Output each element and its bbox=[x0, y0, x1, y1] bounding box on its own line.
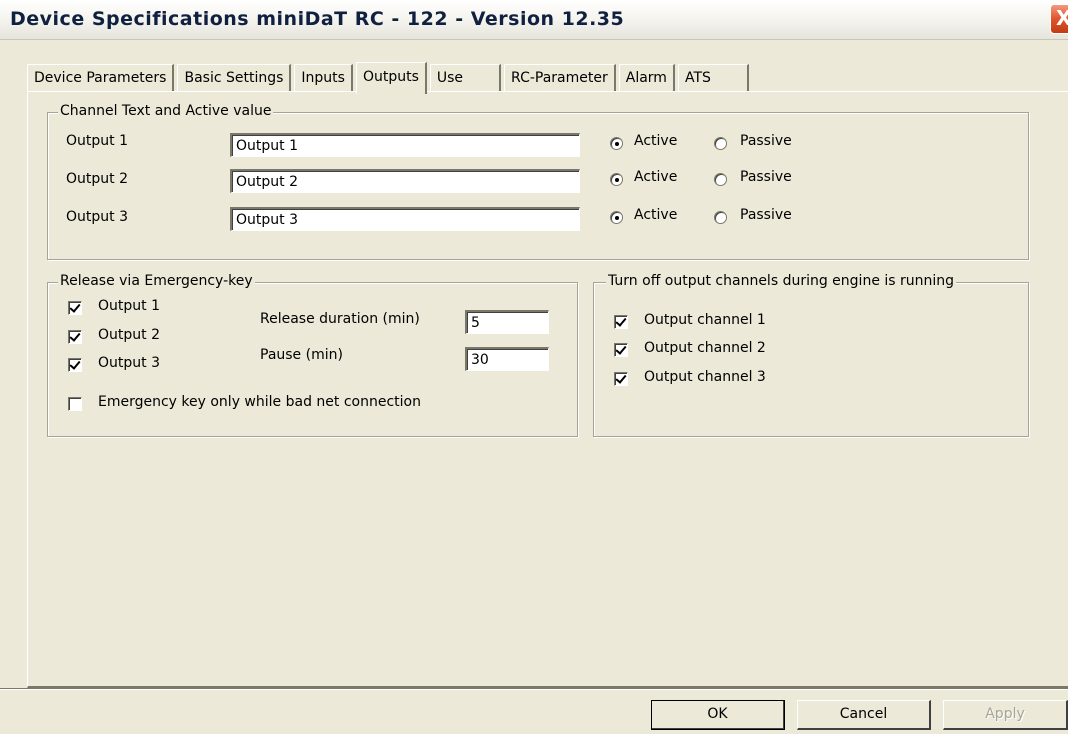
release-output-2-checkbox[interactable] bbox=[68, 330, 82, 344]
release-emergency-group-title: Release via Emergency-key bbox=[58, 273, 255, 289]
close-button[interactable]: X bbox=[1050, 4, 1068, 34]
engine-channel-1-checkbox[interactable] bbox=[614, 315, 628, 329]
engine-channel-1-label[interactable]: Output channel 1 bbox=[644, 312, 766, 328]
engine-running-group-title: Turn off output channels during engine i… bbox=[606, 273, 957, 289]
tab-strip: Device Parameters Basic Settings Inputs … bbox=[27, 62, 752, 94]
channel-text-group-title: Channel Text and Active value bbox=[58, 103, 274, 119]
release-output-2-label[interactable]: Output 2 bbox=[98, 327, 160, 343]
output-2-passive-radio[interactable] bbox=[714, 173, 727, 186]
dialog-window: Device Specifications miniDaT RC - 122 -… bbox=[0, 0, 1068, 734]
output-1-label: Output 1 bbox=[66, 133, 128, 149]
tab-ats[interactable]: ATS bbox=[677, 64, 749, 92]
close-icon: X bbox=[1056, 6, 1068, 30]
output-1-passive-label[interactable]: Passive bbox=[740, 133, 792, 149]
cancel-button[interactable]: Cancel bbox=[797, 700, 931, 730]
release-output-3-label[interactable]: Output 3 bbox=[98, 355, 160, 371]
channel-text-group: Channel Text and Active value Output 1 O… bbox=[47, 103, 1029, 260]
release-duration-label: Release duration (min) bbox=[260, 311, 420, 327]
output-3-passive-label[interactable]: Passive bbox=[740, 207, 792, 223]
release-output-1-label[interactable]: Output 1 bbox=[98, 298, 160, 314]
output-2-active-radio[interactable] bbox=[610, 173, 623, 186]
output-3-text-field[interactable]: Output 3 bbox=[230, 207, 580, 231]
output-1-active-radio[interactable] bbox=[610, 137, 623, 150]
tab-use[interactable]: Use bbox=[429, 64, 502, 92]
output-2-passive-label[interactable]: Passive bbox=[740, 169, 792, 185]
release-duration-field[interactable]: 5 bbox=[465, 310, 549, 334]
apply-button[interactable]: Apply bbox=[943, 700, 1068, 730]
engine-channel-2-label[interactable]: Output channel 2 bbox=[644, 340, 766, 356]
output-3-active-radio[interactable] bbox=[610, 211, 623, 224]
engine-channel-3-label[interactable]: Output channel 3 bbox=[644, 369, 766, 385]
tab-basic-settings[interactable]: Basic Settings bbox=[177, 64, 292, 92]
release-emergency-group: Release via Emergency-key Output 1 Outpu… bbox=[47, 273, 578, 437]
output-3-active-label[interactable]: Active bbox=[634, 207, 677, 223]
pause-label: Pause (min) bbox=[260, 347, 343, 363]
output-3-label: Output 3 bbox=[66, 209, 128, 225]
tab-device-parameters[interactable]: Device Parameters bbox=[27, 64, 175, 92]
ok-button[interactable]: OK bbox=[651, 700, 785, 730]
bad-net-checkbox[interactable] bbox=[68, 397, 82, 411]
window-title: Device Specifications miniDaT RC - 122 -… bbox=[10, 8, 625, 30]
output-1-active-label[interactable]: Active bbox=[634, 133, 677, 149]
bad-net-label[interactable]: Emergency key only while bad net connect… bbox=[98, 394, 421, 410]
tab-inputs[interactable]: Inputs bbox=[294, 64, 353, 92]
output-2-active-label[interactable]: Active bbox=[634, 169, 677, 185]
release-output-1-checkbox[interactable] bbox=[68, 301, 82, 315]
footer-divider bbox=[0, 688, 1068, 690]
title-bar[interactable]: Device Specifications miniDaT RC - 122 -… bbox=[0, 0, 1068, 40]
tab-rc-parameter[interactable]: RC-Parameter bbox=[504, 64, 616, 92]
output-2-label: Output 2 bbox=[66, 171, 128, 187]
pause-field[interactable]: 30 bbox=[465, 347, 549, 371]
output-3-passive-radio[interactable] bbox=[714, 211, 727, 224]
tab-outputs[interactable]: Outputs bbox=[355, 62, 427, 94]
engine-running-group: Turn off output channels during engine i… bbox=[593, 273, 1029, 437]
engine-channel-2-checkbox[interactable] bbox=[614, 343, 628, 357]
output-1-text-field[interactable]: Output 1 bbox=[230, 133, 580, 157]
engine-channel-3-checkbox[interactable] bbox=[614, 372, 628, 386]
release-output-3-checkbox[interactable] bbox=[68, 358, 82, 372]
tab-alarm[interactable]: Alarm bbox=[618, 64, 675, 92]
output-1-passive-radio[interactable] bbox=[714, 137, 727, 150]
output-2-text-field[interactable]: Output 2 bbox=[230, 169, 580, 193]
